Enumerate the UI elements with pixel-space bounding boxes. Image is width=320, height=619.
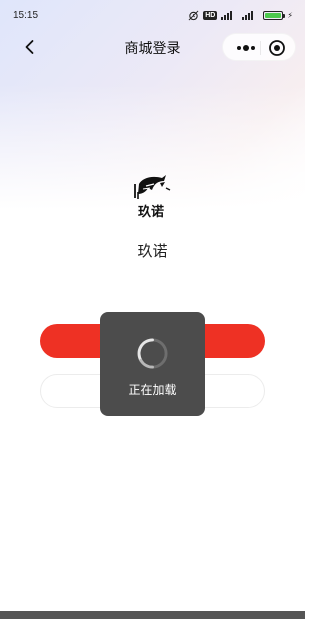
signal-icon-2	[242, 11, 254, 20]
store-logo: 玖诺	[126, 170, 176, 220]
loading-text: 正在加载	[128, 383, 177, 397]
alarm-icon	[188, 10, 199, 21]
close-mini-program-icon[interactable]	[267, 38, 287, 58]
loading-toast: 正在加载	[100, 312, 205, 416]
signal-icon	[221, 11, 233, 20]
spinner-icon	[137, 338, 168, 369]
mini-program-capsule	[222, 33, 296, 61]
capsule-divider	[260, 41, 261, 55]
logo-mark-icon	[134, 175, 171, 199]
logo-text: 玖诺	[137, 205, 164, 220]
battery-cap	[283, 14, 286, 18]
app-name: 玖诺	[137, 243, 168, 260]
status-bar: 15:15 HD ⚡	[0, 0, 305, 34]
battery-icon	[263, 11, 286, 20]
bottom-system-bar	[0, 611, 305, 619]
more-icon[interactable]	[231, 34, 261, 62]
nav-bar: 商城登录	[0, 30, 305, 66]
status-time: 15:15	[13, 10, 39, 21]
battery-fill	[265, 13, 282, 18]
status-icons: HD ⚡	[188, 10, 293, 21]
charging-icon: ⚡	[287, 11, 293, 20]
hd-badge: HD	[203, 11, 218, 20]
